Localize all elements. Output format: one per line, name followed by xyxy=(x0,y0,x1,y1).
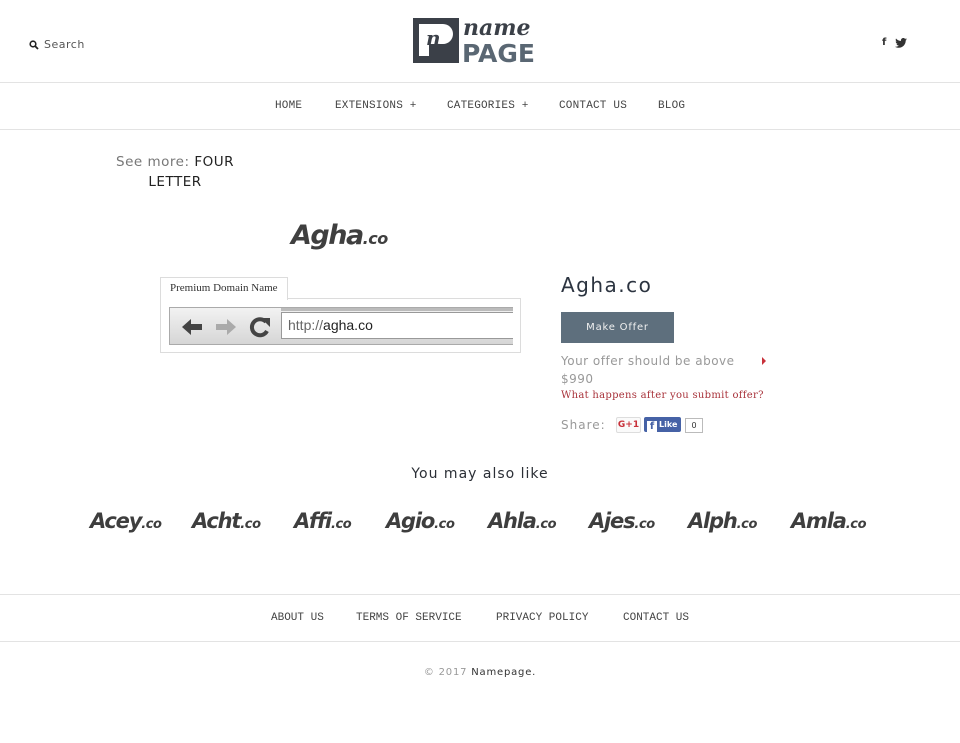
url-prefix: http:// xyxy=(288,317,324,333)
related-domain[interactable]: Ajes.co xyxy=(589,509,655,533)
related-domain[interactable]: Affi.co xyxy=(294,509,352,533)
nav-categories[interactable]: CATEGORIES + xyxy=(447,100,529,112)
related-domain-name: Amla xyxy=(791,509,847,533)
footer-privacy-policy[interactable]: PRIVACY POLICY xyxy=(496,612,588,624)
main-nav: HOME EXTENSIONS + CATEGORIES + CONTACT U… xyxy=(0,83,960,130)
url-domain: agha.co xyxy=(323,317,373,333)
domain-logo-name: Agha xyxy=(291,220,364,251)
related-domain-name: Agio xyxy=(386,509,435,533)
facebook-like-button[interactable]: f Like xyxy=(644,417,681,432)
caret-right-icon[interactable] xyxy=(762,357,766,365)
facebook-icon[interactable]: f xyxy=(882,37,886,48)
footer-terms-of-service[interactable]: TERMS OF SERVICE xyxy=(356,612,462,624)
what-happens-link[interactable]: What happens after you submit offer? xyxy=(561,390,764,401)
svg-text:PAGE: PAGE xyxy=(462,39,535,64)
related-domain-name: Ahla xyxy=(488,509,537,533)
related-domain-name: Acey xyxy=(90,509,142,533)
related-domain-name: Ajes xyxy=(589,509,636,533)
related-domain[interactable]: Amla.co xyxy=(791,509,867,533)
search-icon xyxy=(29,39,39,50)
footer-about-us[interactable]: ABOUT US xyxy=(271,612,324,624)
svg-text:n: n xyxy=(426,26,441,50)
search-button[interactable]: Search xyxy=(29,38,85,51)
twitter-icon[interactable] xyxy=(895,37,908,48)
google-plus-button[interactable]: G+1 xyxy=(616,417,641,433)
make-offer-button[interactable]: Make Offer xyxy=(561,312,674,343)
related-domain-tld: .co xyxy=(141,517,162,532)
see-more-label: See more: xyxy=(116,154,190,170)
nav-extensions[interactable]: EXTENSIONS + xyxy=(335,100,417,112)
nav-blog[interactable]: BLOG xyxy=(658,100,685,112)
tab-panel: http://agha.co xyxy=(160,298,521,353)
domain-logo-tld: .co xyxy=(362,229,389,248)
share-label: Share: xyxy=(561,418,606,432)
social-links: f xyxy=(882,37,908,48)
domain-title: Agha.co xyxy=(561,273,653,297)
related-domain[interactable]: Agio.co xyxy=(386,509,455,533)
domain-logo: Agha.co xyxy=(291,220,388,251)
related-domain-tld: .co xyxy=(634,517,655,532)
related-domain-tld: .co xyxy=(845,517,867,532)
address-bar-edge xyxy=(281,308,513,311)
related-domain[interactable]: Ahla.co xyxy=(488,509,557,533)
related-domain-tld: .co xyxy=(736,517,758,532)
related-domain-name: Acht xyxy=(192,509,241,533)
related-domain[interactable]: Acey.co xyxy=(90,509,162,533)
copyright: © 2017 Namepage. xyxy=(0,667,960,678)
footer-nav: ABOUT US TERMS OF SERVICE PRIVACY POLICY… xyxy=(0,594,960,642)
related-domain-tld: .co xyxy=(434,517,455,532)
browser-illustration: http://agha.co xyxy=(169,307,513,345)
nav-contact-us[interactable]: CONTACT US xyxy=(559,100,627,112)
related-domain-tld: .co xyxy=(535,517,557,532)
search-label: Search xyxy=(44,38,85,51)
facebook-like-label: Like xyxy=(659,420,678,429)
address-bar: http://agha.co xyxy=(281,312,513,339)
facebook-like-count: 0 xyxy=(685,418,703,433)
svg-text:name: name xyxy=(463,17,531,41)
copyright-text: © 2017 xyxy=(423,667,468,678)
related-domain-tld: .co xyxy=(240,517,261,532)
facebook-icon: f xyxy=(647,421,657,432)
site-header: Search n name PAGE f xyxy=(0,0,960,83)
tab-premium-domain-name[interactable]: Premium Domain Name xyxy=(160,277,288,300)
namepage-logo[interactable]: n name PAGE xyxy=(413,17,549,64)
related-domain-tld: .co xyxy=(330,517,352,532)
related-domain[interactable]: Acht.co xyxy=(192,509,261,533)
related-domain[interactable]: Alph.co xyxy=(688,509,757,533)
forward-arrow-icon xyxy=(216,319,236,335)
offer-minimum-text: Your offer should be above $990 xyxy=(561,354,735,386)
back-arrow-icon xyxy=(182,319,202,335)
related-domain-name: Alph xyxy=(688,509,738,533)
see-more: See more: FOUR LETTER xyxy=(105,152,245,192)
copyright-brand-link[interactable]: Namepage. xyxy=(471,667,536,678)
related-domain-name: Affi xyxy=(294,509,332,533)
nav-home[interactable]: HOME xyxy=(275,100,302,112)
footer-contact-us[interactable]: CONTACT US xyxy=(623,612,689,624)
reload-icon xyxy=(249,317,270,338)
related-title: You may also like xyxy=(411,466,549,482)
